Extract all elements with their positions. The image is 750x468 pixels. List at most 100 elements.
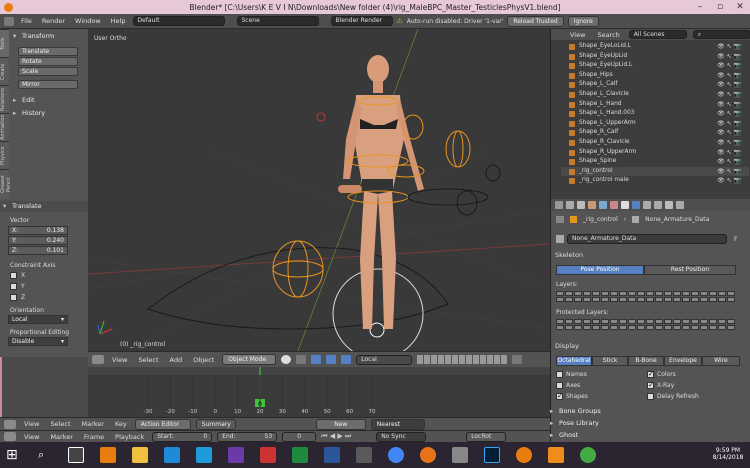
xray-checkbox[interactable] [647, 381, 654, 389]
visibility-icons[interactable]: 👁 ↖ 📷 [717, 42, 741, 52]
outliner-item[interactable]: Shape_Hips 👁 ↖ 📷 [561, 71, 749, 81]
excel-icon[interactable] [292, 447, 308, 463]
3d-viewport[interactable]: User Ortho (0) _rig_control [88, 29, 550, 351]
menu-search[interactable]: Search [594, 31, 622, 39]
scene-selector[interactable]: Scene [236, 16, 319, 26]
search-icon[interactable]: ⌕ [38, 447, 54, 463]
rotate-button[interactable]: Rotate [18, 57, 78, 66]
fake-user-toggle[interactable]: F [734, 236, 737, 243]
shapes-checkbox[interactable] [556, 392, 563, 400]
summary-toggle[interactable]: Summary [195, 418, 236, 430]
protected-grid-1[interactable] [556, 319, 600, 330]
rotate-manipulator-icon[interactable] [341, 355, 352, 364]
pose-library-panel[interactable]: Pose Library [547, 418, 737, 429]
visibility-icons[interactable]: 👁 ↖ 📷 [717, 167, 741, 177]
photoshop-icon[interactable] [484, 447, 500, 463]
reload-trusted-button[interactable]: Reload Trusted [507, 15, 564, 27]
menu-view[interactable]: View [109, 356, 130, 364]
translate-manipulator-icon[interactable] [326, 355, 337, 364]
visibility-icons[interactable]: 👁 ↖ 📷 [717, 52, 741, 62]
armature-data-name-field[interactable]: None_Armature_Data [567, 234, 727, 244]
start-button-icon[interactable]: ⊞ [6, 447, 22, 463]
visibility-icons[interactable]: 👁 ↖ 📷 [717, 128, 741, 138]
outliner-item[interactable]: Shape_R_UpperArm 👁 ↖ 📷 [561, 148, 749, 158]
menu-select[interactable]: Select [47, 420, 73, 428]
playback-controls[interactable]: ⏮ ◀ ▶ ⏭ [321, 432, 371, 441]
new-action-button[interactable]: New [315, 418, 366, 430]
editor-mode-selector[interactable]: Action Editor [134, 418, 191, 430]
visibility-icons[interactable]: 👁 ↖ 📷 [717, 157, 741, 167]
mode-selector[interactable]: Object Mode [222, 354, 277, 365]
editor-type-icon[interactable] [4, 419, 16, 429]
outliner-item[interactable]: Shape_EyeLoLid.L 👁 ↖ 📷 [561, 42, 749, 52]
transform-panel-header[interactable]: Transform [10, 31, 86, 42]
menu-view[interactable]: View [21, 433, 42, 441]
mirror-button[interactable]: Mirror [18, 80, 78, 89]
scale-button[interactable]: Scale [18, 67, 78, 76]
layout-selector[interactable]: Default [132, 16, 225, 26]
blender-taskbar-icon[interactable] [516, 447, 532, 463]
minimize-button[interactable]: – [690, 1, 710, 13]
render-engine-selector[interactable]: Blender Render [330, 16, 393, 26]
operator-panel-header[interactable]: Translate [0, 201, 88, 212]
tab-grease-pencil[interactable]: Grease Pencil [0, 169, 12, 199]
outliner-item[interactable]: _rig_control 👁 ↖ 📷 [561, 166, 749, 177]
ground-control-shape[interactable] [146, 247, 449, 330]
task-view-icon[interactable] [68, 447, 84, 463]
maximize-button[interactable]: ▫ [710, 1, 730, 13]
menu-key[interactable]: Key [112, 420, 130, 428]
editor-type-icon[interactable] [92, 355, 104, 364]
menu-select[interactable]: Select [135, 356, 161, 364]
editor-type-icon[interactable] [4, 432, 16, 441]
word-icon[interactable] [324, 447, 340, 463]
menu-file[interactable]: File [18, 17, 35, 25]
editor-type-icon[interactable] [4, 16, 14, 26]
layers-grid-4[interactable] [691, 291, 735, 302]
root-control-circle[interactable] [332, 268, 424, 351]
tab-tools[interactable]: Tools [0, 29, 9, 57]
visibility-icons[interactable]: 👁 ↖ 📷 [717, 90, 741, 100]
menu-add[interactable]: Add [167, 356, 186, 364]
menu-help[interactable]: Help [108, 17, 129, 25]
visibility-icons[interactable]: 👁 ↖ 📷 [717, 80, 741, 90]
display-stick[interactable]: Stick [592, 356, 628, 366]
display-wire[interactable]: Wire [702, 356, 740, 366]
menu-playback[interactable]: Playback [112, 433, 147, 441]
chrome-icon[interactable] [388, 447, 404, 463]
tab-animation[interactable]: Animation [0, 113, 9, 141]
outliner-item[interactable]: Shape_L_Clavicle 👁 ↖ 📷 [561, 90, 749, 100]
pivot-icon[interactable] [296, 355, 307, 364]
store-icon[interactable] [164, 447, 180, 463]
vector-y-field[interactable]: Y: 0.240 [8, 236, 68, 245]
app-icon-4[interactable] [356, 447, 372, 463]
visibility-icons[interactable]: 👁 ↖ 📷 [717, 148, 741, 158]
display-panel-header[interactable]: Display [555, 342, 579, 350]
firefox-icon[interactable] [420, 447, 436, 463]
orientation-select[interactable]: Local ▾ [8, 315, 68, 324]
protected-grid-2[interactable] [601, 319, 645, 330]
context-tab-icon[interactable] [676, 201, 684, 209]
tab-create[interactable]: Create [0, 57, 9, 85]
file-explorer-icon[interactable] [132, 447, 148, 463]
close-button[interactable]: ✕ [730, 1, 750, 13]
outliner-item[interactable]: Shape_EyeUpLid 👁 ↖ 📷 [561, 52, 749, 62]
visibility-icons[interactable]: 👁 ↖ 📷 [717, 71, 741, 81]
skeleton-panel-header[interactable]: Skeleton [555, 251, 583, 259]
timeline-ruler[interactable]: 0 -30-20-10010203040506070 [88, 367, 550, 417]
context-tabs[interactable] [551, 199, 750, 211]
end-frame-field[interactable]: End: 53 [217, 431, 278, 442]
snap-selector[interactable]: Nearest Frame [370, 418, 425, 437]
pose-position-button[interactable]: Pose Position [556, 265, 644, 275]
menu-render[interactable]: Render [39, 17, 68, 25]
rest-position-button[interactable]: Rest Position [644, 265, 736, 275]
axis-x-checkbox[interactable] [10, 272, 17, 279]
start-frame-field[interactable]: Start: 0 [152, 431, 213, 442]
app-icon[interactable] [196, 447, 212, 463]
app-icon-6[interactable] [548, 447, 564, 463]
menu-marker[interactable]: Marker [47, 433, 75, 441]
layers-grid-3[interactable] [646, 291, 690, 302]
pin-icon[interactable] [556, 216, 564, 223]
menu-view[interactable]: View [21, 420, 42, 428]
app-icon-5[interactable] [452, 447, 468, 463]
dopesheet-area[interactable]: 0 -30-20-10010203040506070 [88, 367, 550, 417]
